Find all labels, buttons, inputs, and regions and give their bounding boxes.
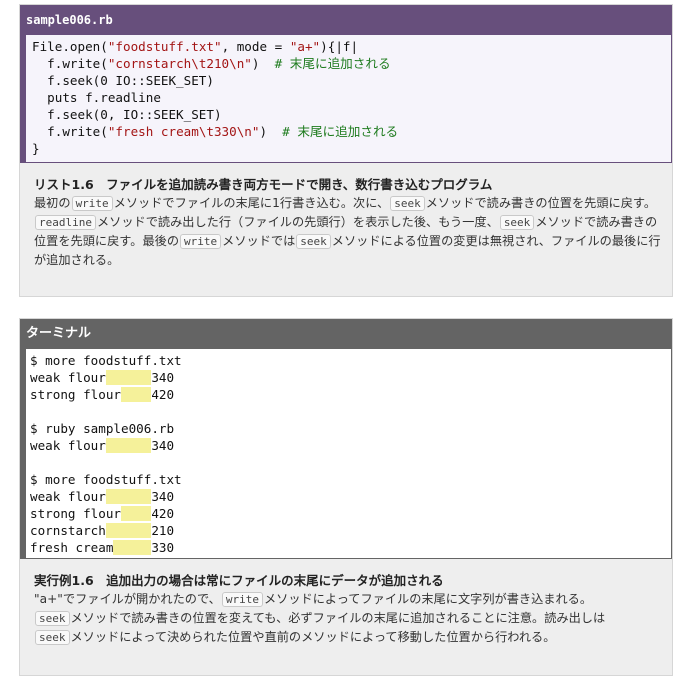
terminal-box: ターミナル $ more foodstuff.txt weak flour 34… xyxy=(19,318,673,676)
terminal-output: $ more foodstuff.txt weak flour 340 stro… xyxy=(20,349,672,559)
terminal-line: weak flour 340 xyxy=(30,370,175,385)
code-line: f.write("fresh cream\t330\n") # 末尾に追加される xyxy=(32,124,399,139)
tab-highlight xyxy=(105,370,152,385)
code-line: f.seek(0 IO::SEEK_SET) xyxy=(32,73,214,88)
inline-code: write xyxy=(180,234,222,249)
terminal-line: $ more foodstuff.txt xyxy=(30,472,182,487)
tab-highlight xyxy=(105,438,152,453)
terminal-line: $ ruby sample006.rb xyxy=(30,421,175,436)
terminal-line: fresh cream 330 xyxy=(30,540,175,555)
inline-code: seek xyxy=(296,234,331,249)
tab-highlight xyxy=(121,387,152,402)
inline-code: write xyxy=(221,592,263,607)
terminal-line: weak flour 340 xyxy=(30,438,175,453)
code-listing-box: sample006.rb File.open("foodstuff.txt", … xyxy=(19,4,673,297)
terminal-line: cornstarch 210 xyxy=(30,523,175,538)
inline-code: seek xyxy=(499,215,535,230)
inline-code: seek xyxy=(35,611,70,626)
tab-highlight xyxy=(105,523,152,538)
code-line: f.seek(0, IO::SEEK_SET) xyxy=(32,107,222,122)
terminal-line: weak flour 340 xyxy=(30,489,175,504)
terminal-caption: 実行例1.6 追加出力の場合は常にファイルの末尾にデータが追加される "a+"で… xyxy=(20,559,672,647)
inline-code: seek xyxy=(35,630,70,645)
code-line: puts f.readline xyxy=(32,90,161,105)
listing-caption: リスト1.6 ファイルを追加読み書き両方モードで開き、数行書き込むプログラム 最… xyxy=(20,163,672,270)
terminal-line: strong flour 420 xyxy=(30,506,175,521)
terminal-line: strong flour 420 xyxy=(30,387,175,402)
listing-code: File.open("foodstuff.txt", mode = "a+"){… xyxy=(20,35,672,163)
tab-highlight xyxy=(105,489,152,504)
tab-highlight xyxy=(121,506,152,521)
listing-filename: sample006.rb xyxy=(20,5,672,35)
tab-highlight xyxy=(113,540,152,555)
code-line: } xyxy=(32,141,40,156)
terminal-caption-text: "a+"でファイルが開かれたので、 write メソッドによってファイルの末尾に文字… xyxy=(34,592,606,645)
code-line: File.open("foodstuff.txt", mode = "a+"){… xyxy=(32,39,359,54)
terminal-caption-title: 実行例1.6 追加出力の場合は常にファイルの末尾にデータが追加される xyxy=(34,573,444,588)
inline-code: write xyxy=(71,196,113,211)
terminal-title: ターミナル xyxy=(20,319,672,349)
inline-code: readline xyxy=(35,215,96,230)
terminal-line: $ more foodstuff.txt xyxy=(30,353,182,368)
listing-caption-title: リスト1.6 ファイルを追加読み書き両方モードで開き、数行書き込むプログラム xyxy=(34,177,493,192)
listing-caption-text: 最初の write メソッドでファイルの末尾に1行書き込む。次に、 seek メソッドで… xyxy=(34,196,661,267)
code-line: f.write("cornstarch\t210\n") # 末尾に追加される xyxy=(32,56,391,71)
inline-code: seek xyxy=(390,196,425,211)
